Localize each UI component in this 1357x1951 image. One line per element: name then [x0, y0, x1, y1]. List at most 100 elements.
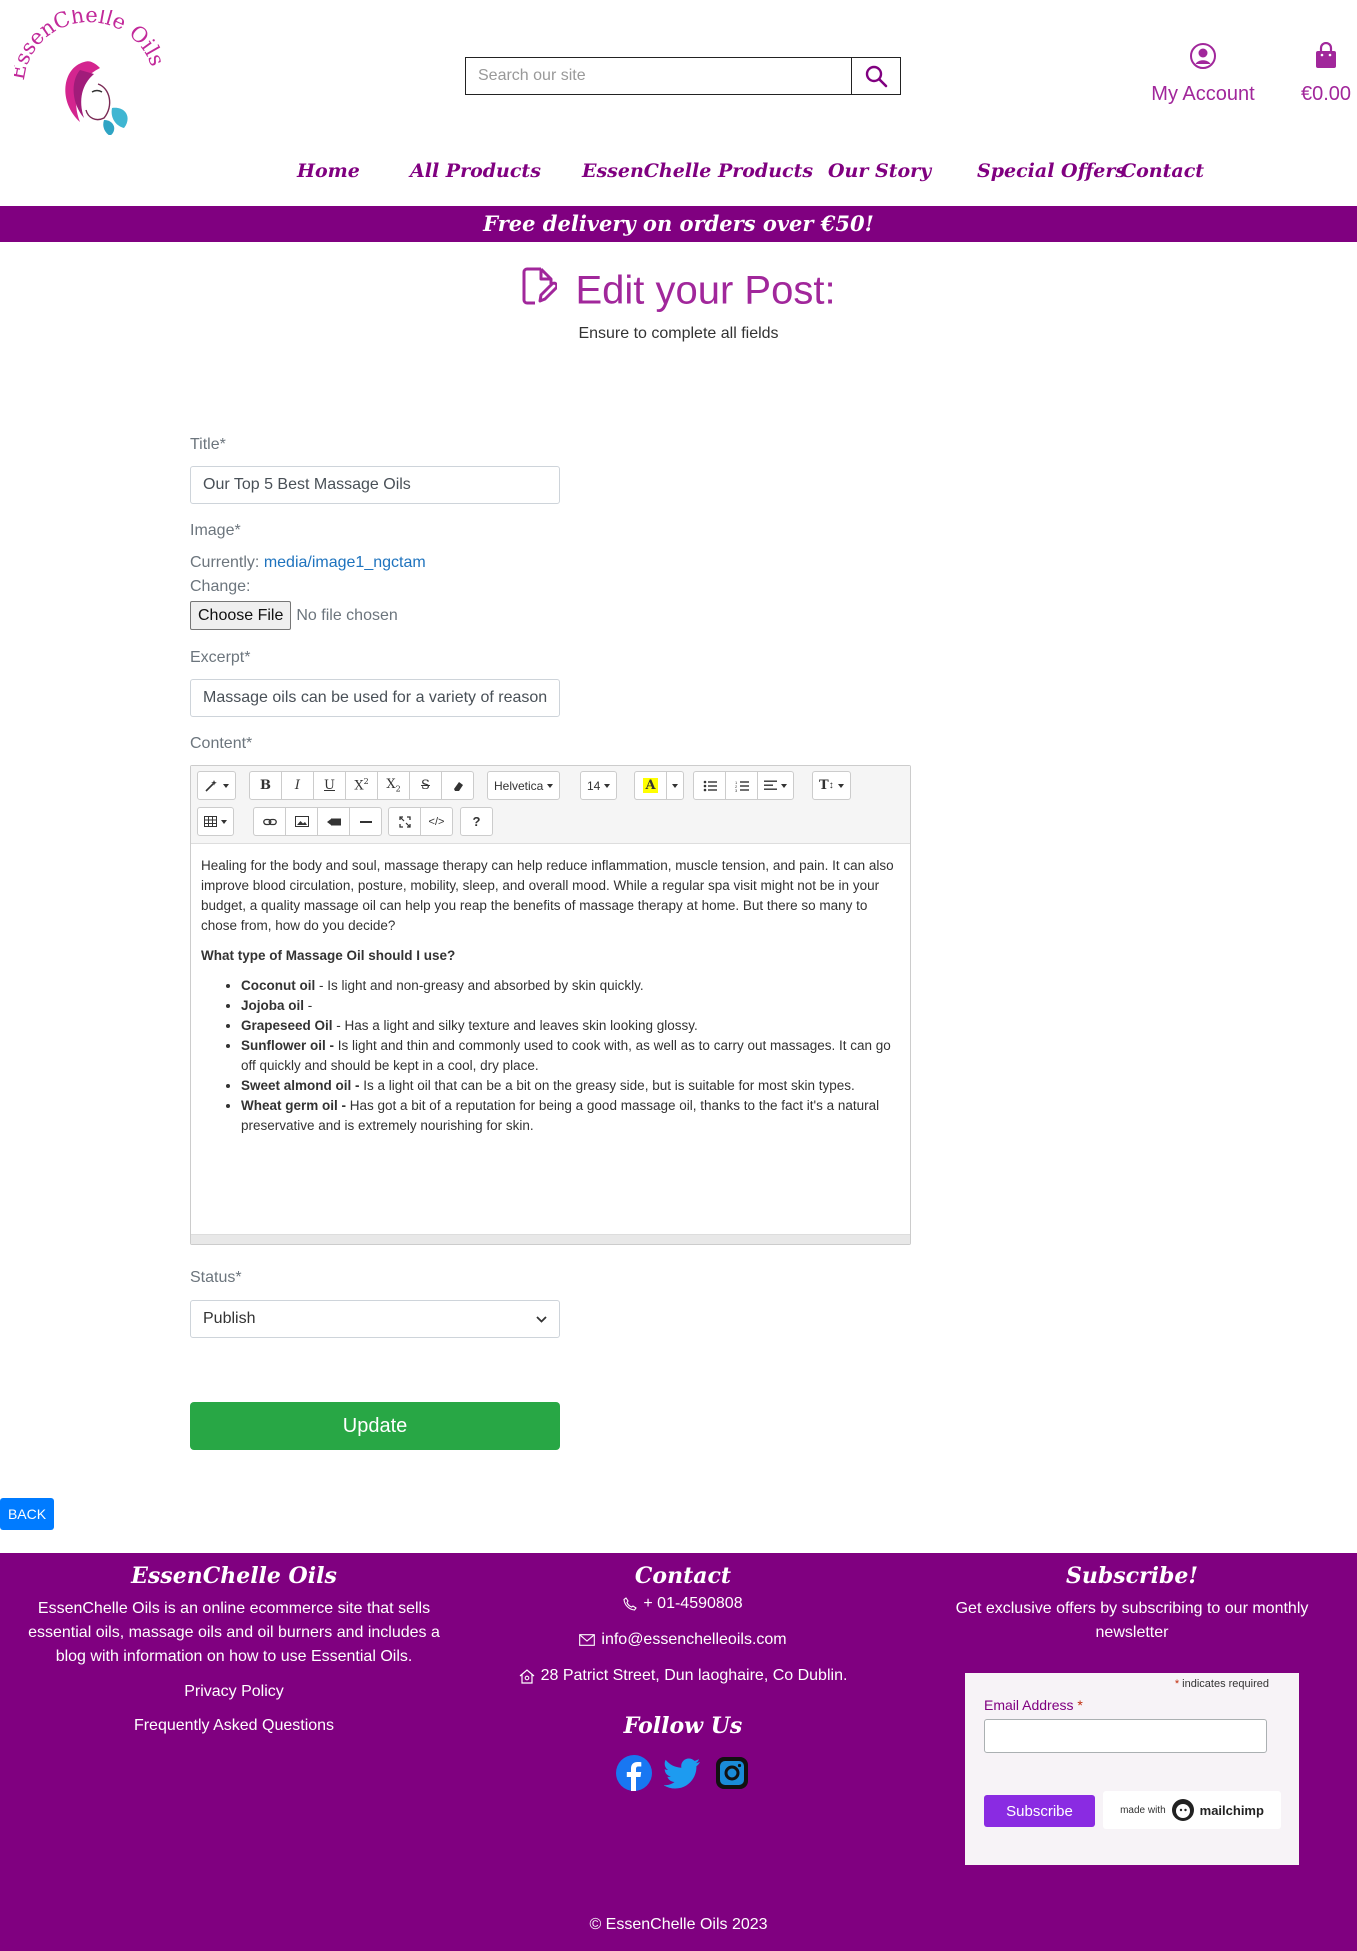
strikethrough-button[interactable]: S: [409, 771, 442, 800]
search-input[interactable]: [466, 58, 851, 94]
title-input[interactable]: Our Top 5 Best Massage Oils: [190, 466, 560, 504]
help-button[interactable]: ?: [460, 807, 493, 836]
text-color-button[interactable]: A: [634, 771, 667, 800]
current-image-link[interactable]: media/image1_ngctam: [264, 554, 426, 571]
contact-phone: + 01-4590808: [483, 1595, 883, 1613]
table-icon: [204, 816, 217, 827]
superscript-button[interactable]: X2: [345, 771, 378, 800]
list-item: Wheat germ oil - Has got a bit of a repu…: [241, 1096, 900, 1136]
nav-item-our-story[interactable]: Our Story: [828, 160, 931, 182]
numbered-list-button[interactable]: 123: [725, 771, 758, 800]
nav-item-special-offers[interactable]: Special Offers: [977, 160, 1126, 182]
list-item: Grapeseed Oil - Has a light and silky te…: [241, 1016, 900, 1036]
shopping-bag-icon: [1316, 41, 1336, 68]
clear-format-button[interactable]: [441, 771, 474, 800]
svg-text:3: 3: [735, 788, 738, 792]
bullet-list-button[interactable]: [693, 771, 726, 800]
font-family-value: Helvetica: [494, 778, 544, 793]
contact-address: 28 Patrict Street, Dun laoghaire, Co Dub…: [483, 1667, 883, 1685]
question-icon: ?: [472, 814, 481, 829]
underline-button[interactable]: U: [313, 771, 346, 800]
edit-document-icon: [521, 266, 559, 316]
nav-item-contact[interactable]: Contact: [1121, 160, 1204, 182]
insert-link-button[interactable]: [253, 807, 286, 836]
link-icon: [262, 818, 277, 825]
font-size-dropdown[interactable]: 14: [580, 771, 618, 800]
subscribe-button[interactable]: Subscribe: [984, 1795, 1095, 1827]
my-account-link[interactable]: My Account: [1140, 42, 1266, 106]
contact-email-text[interactable]: info@essenchelleoils.com: [601, 1631, 786, 1649]
page-title: Edit your Post:: [0, 266, 1357, 316]
file-input: Choose File No file chosen: [190, 601, 398, 630]
footer-subscribe: Subscribe! Get exclusive offers by subsc…: [940, 1553, 1324, 1645]
editor-resize-bar[interactable]: [191, 1234, 910, 1244]
page-title-text: Edit your Post:: [575, 268, 836, 313]
page-subtitle: Ensure to complete all fields: [578, 325, 779, 342]
cart-total: €0.00: [1300, 83, 1352, 105]
expand-icon: [398, 815, 411, 828]
footer-subscribe-text: Get exclusive offers by subscribing to o…: [955, 1600, 1309, 1641]
code-view-button[interactable]: </>: [420, 807, 453, 836]
instagram-icon[interactable]: [714, 1755, 750, 1791]
code-icon: </>: [428, 815, 445, 828]
email-address-label: Email Address *: [984, 1697, 1083, 1713]
brand-logo[interactable]: EssenChelle Oils: [14, 10, 164, 135]
current-image: Currently: media/image1_ngctam: [190, 554, 426, 572]
nav-item-home[interactable]: Home: [297, 160, 360, 182]
status-label: Status*: [190, 1269, 242, 1286]
status-value: Publish: [203, 1310, 256, 1327]
paragraph-align-dropdown[interactable]: [757, 771, 794, 800]
copyright: © EssenChelle Oils 2023: [589, 1916, 768, 1933]
style-wand-button[interactable]: [197, 771, 236, 800]
cart-link[interactable]: €0.00: [1296, 41, 1356, 106]
picture-icon: [294, 816, 309, 827]
subscript-button[interactable]: X2: [377, 771, 410, 800]
italic-button[interactable]: I: [281, 771, 314, 800]
choose-file-button[interactable]: Choose File: [190, 601, 292, 630]
twitter-icon[interactable]: [664, 1755, 702, 1791]
search-bar: [465, 57, 901, 95]
facebook-icon[interactable]: [616, 1755, 652, 1791]
bullet-list-icon: [703, 780, 717, 791]
status-select[interactable]: Publish: [190, 1300, 560, 1338]
privacy-policy-link[interactable]: Privacy Policy: [22, 1683, 446, 1701]
mailchimp-signup-form: * indicates required Email Address * Sub…: [965, 1673, 1299, 1865]
fullscreen-button[interactable]: [388, 807, 421, 836]
excerpt-label: Excerpt*: [190, 649, 251, 666]
eraser-icon: [453, 781, 463, 791]
contact-phone-text[interactable]: + 01-4590808: [643, 1595, 742, 1613]
font-family-dropdown[interactable]: Helvetica: [487, 771, 561, 800]
oil-list: Coconut oil - Is light and non-greasy an…: [201, 976, 900, 1136]
video-icon: [326, 818, 341, 825]
nav-item-all-products[interactable]: All Products: [410, 160, 541, 182]
search-button[interactable]: [851, 58, 900, 94]
back-button[interactable]: BACK: [0, 1498, 54, 1530]
chevron-down-icon: [536, 1315, 547, 1323]
email-address-input[interactable]: [984, 1719, 1267, 1753]
site-header: EssenChelle Oils My Account: [0, 0, 1357, 150]
excerpt-input[interactable]: Massage oils can be used for a variety o…: [190, 679, 560, 717]
faq-link[interactable]: Frequently Asked Questions: [22, 1717, 446, 1735]
editor-toolbar: B I U X2 X2 S Helvetica 14 A 1 2 3 T ↕ <…: [191, 766, 910, 844]
nav-item-essenchelle-products[interactable]: EssenChelle Products: [582, 160, 813, 182]
insert-image-button[interactable]: [285, 807, 318, 836]
list-item: Sweet almond oil - Is a light oil that c…: [241, 1076, 900, 1096]
editor-intro-paragraph: Healing for the body and soul, massage t…: [201, 858, 894, 933]
mailchimp-badge[interactable]: made with mailchimp: [1103, 1791, 1281, 1829]
mailchimp-logo-icon: [1171, 1799, 1194, 1821]
bold-button[interactable]: B: [249, 771, 282, 800]
list-item: Coconut oil - Is light and non-greasy an…: [241, 976, 900, 996]
footer-subscribe-heading: Subscribe!: [1065, 1563, 1199, 1589]
no-file-text: No file chosen: [296, 606, 398, 624]
main-nav: Home All Products EssenChelle Products O…: [0, 160, 1357, 190]
horizontal-rule-button[interactable]: [349, 807, 382, 836]
insert-video-button[interactable]: [317, 807, 350, 836]
update-button[interactable]: Update: [190, 1402, 560, 1450]
table-dropdown[interactable]: [197, 807, 234, 836]
line-height-dropdown[interactable]: T ↕: [812, 771, 851, 800]
editor-content[interactable]: Healing for the body and soul, massage t…: [191, 844, 910, 1148]
footer-follow-heading: Follow Us: [623, 1713, 743, 1739]
envelope-icon: [579, 1634, 596, 1646]
user-icon: [1190, 43, 1216, 69]
text-color-dropdown[interactable]: [666, 771, 684, 800]
